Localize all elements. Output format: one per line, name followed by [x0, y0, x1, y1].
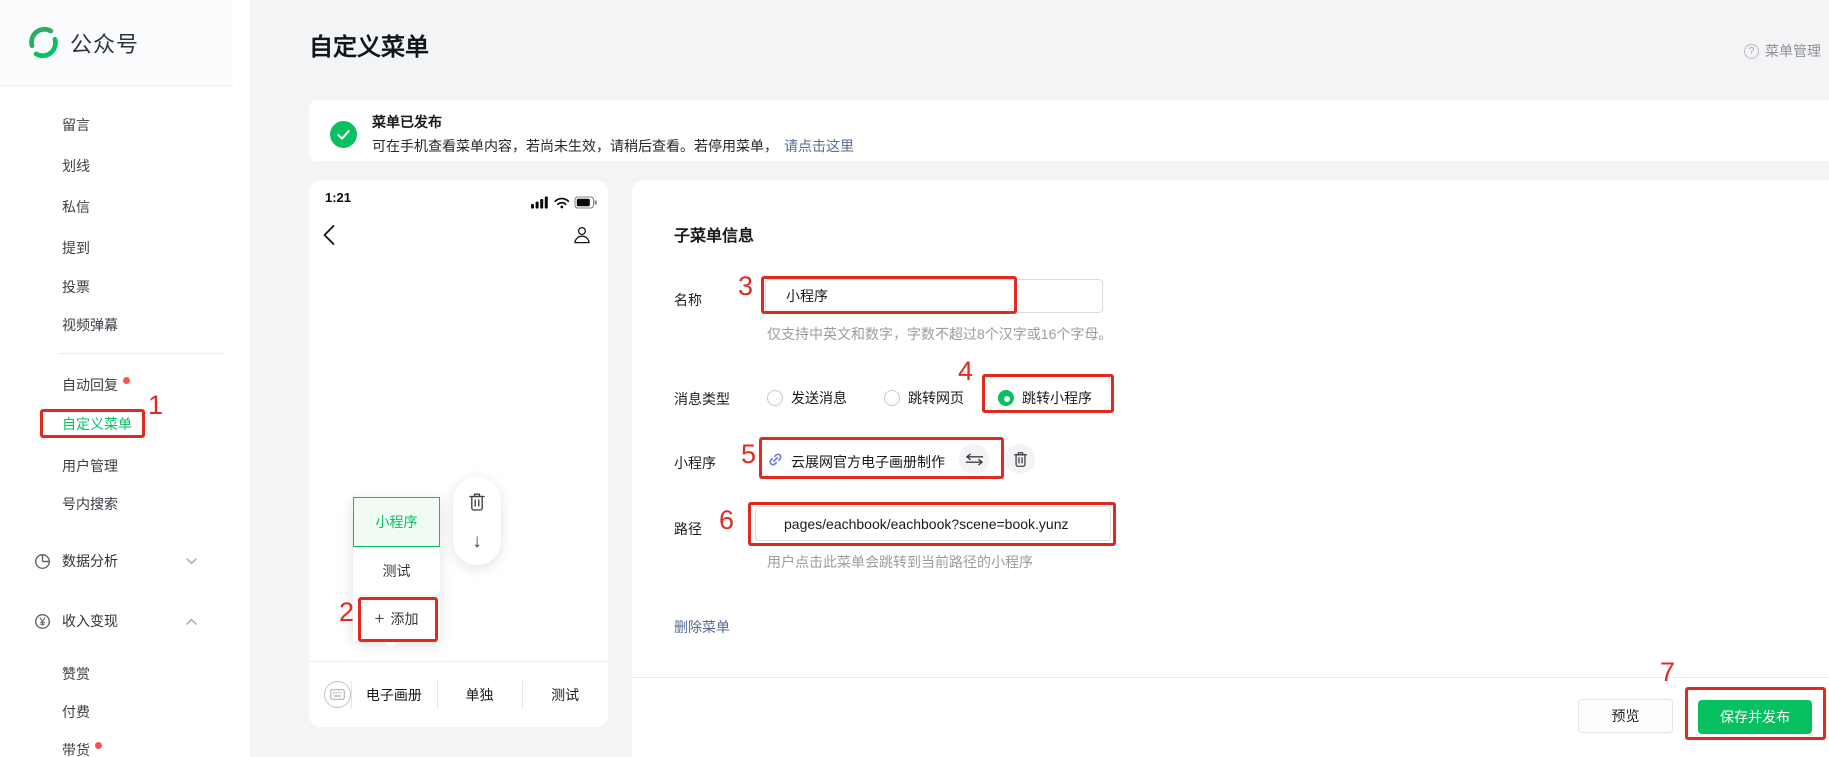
radio-circle[interactable] [884, 390, 900, 406]
notification-dot [123, 377, 130, 384]
banner-text: 可在手机查看菜单内容，若尚未生效，请稍后查看。若停用菜单， [372, 136, 778, 156]
trash-icon[interactable] [467, 491, 487, 512]
name-input[interactable] [765, 279, 1103, 313]
footer-divider [632, 677, 1829, 678]
sidebar-item-appreciation[interactable]: 赞赏 [62, 664, 90, 684]
notification-dot [95, 742, 102, 749]
radio-circle[interactable] [767, 390, 783, 406]
plus-icon: + [375, 609, 385, 629]
add-menu-item-button[interactable]: + 添加 [353, 595, 440, 641]
page-title: 自定义菜单 [309, 27, 429, 62]
swap-miniprogram-button[interactable] [959, 444, 989, 474]
name-label: 名称 [674, 290, 702, 310]
sidebar-section-data-analytics[interactable]: 数据分析 [34, 551, 234, 571]
radio-label: 发送消息 [791, 388, 847, 408]
sidebar-item-underline[interactable]: 划线 [62, 156, 90, 176]
form-title: 子菜单信息 [674, 222, 754, 246]
path-input[interactable] [755, 506, 1111, 541]
path-helper: 用户点击此菜单会跳转到当前路径的小程序 [767, 552, 1033, 572]
contact-person-icon[interactable] [571, 225, 592, 246]
radio-label: 跳转小程序 [1022, 388, 1092, 408]
banner-title: 菜单已发布 [372, 112, 442, 132]
radio-send-message[interactable]: 发送消息 [767, 388, 847, 408]
delete-menu-link[interactable]: 删除菜单 [674, 617, 730, 637]
miniprogram-name: 云展网官方电子画册制作 [791, 452, 945, 472]
sidebar: 公众号 留言 划线 私信 提到 投票 视频弹幕 自动回复 自定义菜单 用户管理 … [0, 0, 250, 757]
sidebar-item-private-message[interactable]: 私信 [62, 197, 90, 217]
swap-icon [965, 453, 984, 466]
name-helper: 仅支持中英文和数字，字数不超过8个汉字或16个字母。 [767, 324, 1112, 344]
banner-body: 可在手机查看菜单内容，若尚未生效，请稍后查看。若停用菜单， 请点击这里 [372, 136, 854, 156]
sidebar-item-video-danmu[interactable]: 视频弹幕 [62, 315, 118, 335]
signal-icon [531, 197, 548, 209]
path-label: 路径 [674, 519, 702, 539]
disable-menu-link[interactable]: 请点击这里 [784, 136, 854, 156]
back-chevron-icon[interactable] [322, 224, 336, 246]
radio-circle-selected[interactable] [998, 390, 1014, 406]
keyboard-icon[interactable] [324, 681, 351, 708]
sidebar-item-mentions[interactable]: 提到 [62, 238, 90, 258]
save-publish-button[interactable]: 保存并发布 [1698, 700, 1812, 734]
chevron-up-icon [186, 618, 197, 625]
battery-icon [575, 197, 597, 208]
sidebar-section-revenue[interactable]: 收入变现 [34, 611, 234, 631]
phone-tab-test[interactable]: 测试 [522, 662, 608, 728]
sidebar-item-votes[interactable]: 投票 [62, 277, 90, 297]
add-label: 添加 [390, 609, 418, 629]
message-type-label: 消息类型 [674, 389, 730, 409]
brand[interactable]: 公众号 [0, 0, 233, 86]
menu-item-miniprogram[interactable]: 小程序 [353, 497, 440, 547]
phone-tab-standalone[interactable]: 单独 [437, 662, 523, 728]
trash-icon [1012, 450, 1029, 468]
help-icon: ? [1744, 44, 1759, 59]
menu-manage-link[interactable]: ? 菜单管理 [1744, 41, 1821, 61]
sidebar-item-user-management[interactable]: 用户管理 [62, 456, 118, 476]
miniprogram-link-icon [767, 451, 784, 468]
wifi-icon [555, 199, 568, 209]
sidebar-item-comments[interactable]: 留言 [62, 115, 90, 135]
sidebar-item-paid-content[interactable]: 付费 [62, 702, 90, 722]
move-down-icon[interactable]: ↓ [472, 532, 482, 551]
success-check-icon [330, 121, 357, 148]
sidebar-item-goods[interactable]: 带货 [62, 740, 102, 757]
phone-preview [309, 180, 608, 727]
radio-label: 跳转网页 [908, 388, 964, 408]
sidebar-item-label: 带货 [62, 742, 90, 757]
sidebar-item-custom-menu[interactable]: 自定义菜单 [62, 414, 132, 434]
delete-miniprogram-button[interactable] [1005, 444, 1035, 474]
radio-jump-miniprogram[interactable]: 跳转小程序 [998, 388, 1092, 408]
sidebar-item-label: 自动回复 [62, 377, 118, 393]
miniprogram-label: 小程序 [674, 453, 716, 473]
phone-clock: 1:21 [325, 190, 351, 205]
chevron-down-icon [186, 558, 197, 565]
section-label: 数据分析 [62, 551, 118, 571]
phone-status-icons [531, 196, 597, 209]
radio-jump-webpage[interactable]: 跳转网页 [884, 388, 964, 408]
menu-item-test[interactable]: 测试 [353, 547, 440, 595]
pie-chart-icon [34, 553, 51, 570]
wechat-oa-logo-icon [27, 26, 60, 59]
phone-menu-bar: 电子画册 单独 测试 [309, 661, 608, 727]
phone-tab-ebook-album[interactable]: 电子画册 [351, 662, 437, 728]
section-label: 收入变现 [62, 611, 118, 631]
menu-actions-pill: ↓ [453, 477, 501, 565]
menu-popup: 小程序 测试 + 添加 [353, 497, 440, 641]
preview-button[interactable]: 预览 [1578, 699, 1673, 733]
sidebar-divider [58, 353, 224, 354]
brand-title: 公众号 [70, 27, 139, 59]
menu-manage-label: 菜单管理 [1765, 41, 1821, 61]
sidebar-item-account-search[interactable]: 号内搜索 [62, 494, 118, 514]
wechat-oa-admin-page: 公众号 留言 划线 私信 提到 投票 视频弹幕 自动回复 自定义菜单 用户管理 … [0, 0, 1829, 757]
yen-circle-icon [34, 613, 51, 630]
sidebar-item-auto-reply[interactable]: 自动回复 [62, 375, 130, 395]
